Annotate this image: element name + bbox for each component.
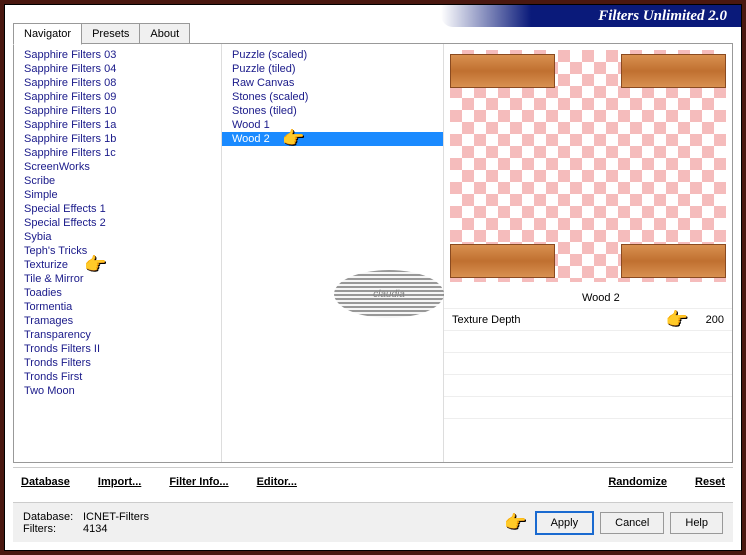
param-label: Texture Depth — [452, 314, 694, 326]
status-bar: Database: ICNET-Filters Filters: 4134 👉 … — [13, 502, 733, 542]
tab-strip: Navigator Presets About — [13, 23, 189, 45]
filter-pane: Puzzle (scaled)Puzzle (tiled)Raw CanvasS… — [222, 44, 444, 462]
list-item[interactable]: Puzzle (scaled) — [222, 48, 443, 62]
list-item[interactable]: Transparency — [14, 328, 221, 342]
apply-button[interactable]: Apply — [535, 511, 595, 535]
param-empty — [444, 374, 732, 396]
wood-texture-segment — [450, 244, 555, 278]
wood-texture-segment — [621, 244, 726, 278]
list-item[interactable]: Puzzle (tiled) — [222, 62, 443, 76]
watermark-logo: claudia — [334, 270, 444, 318]
reset-button[interactable]: Reset — [695, 476, 725, 488]
status-db-label: Database: — [23, 511, 77, 523]
title-bar: Filters Unlimited 2.0 — [441, 5, 741, 27]
pointer-icon: 👉 — [282, 128, 304, 149]
list-item[interactable]: Tormentia — [14, 300, 221, 314]
status-filters-label: Filters: — [23, 523, 77, 535]
list-item[interactable]: Simple — [14, 188, 221, 202]
filter-name-label: Wood 2 — [582, 292, 620, 304]
filter-name-row: claudia Wood 2 — [444, 288, 732, 308]
list-item[interactable]: Teph's Tricks — [14, 244, 221, 258]
list-item[interactable]: Special Effects 1 — [14, 202, 221, 216]
list-item[interactable]: Stones (scaled) — [222, 90, 443, 104]
status-db-value: ICNET-Filters — [83, 511, 149, 523]
tab-about[interactable]: About — [139, 23, 190, 45]
pointer-icon: 👉 — [504, 512, 526, 533]
category-pane: Sapphire Filters 03Sapphire Filters 04Sa… — [14, 44, 222, 462]
app-title: Filters Unlimited 2.0 — [598, 8, 727, 25]
list-item[interactable]: Sapphire Filters 08 — [14, 76, 221, 90]
param-value: 200 — [694, 314, 724, 326]
list-item[interactable]: Sapphire Filters 1c — [14, 146, 221, 160]
list-item[interactable]: Two Moon — [14, 384, 221, 398]
list-item[interactable]: Sapphire Filters 1b — [14, 132, 221, 146]
param-empty — [444, 330, 732, 352]
list-item[interactable]: Sapphire Filters 04 — [14, 62, 221, 76]
list-item[interactable]: Texturize👉 — [14, 258, 221, 272]
preview-pane: claudia Wood 2 Texture Depth 👉 200 — [444, 44, 732, 462]
tab-navigator[interactable]: Navigator — [13, 23, 82, 45]
list-item[interactable]: Tronds First — [14, 370, 221, 384]
database-button[interactable]: Database — [21, 476, 70, 488]
list-item[interactable]: Sapphire Filters 03 — [14, 48, 221, 62]
randomize-button[interactable]: Randomize — [608, 476, 667, 488]
preview-image — [450, 50, 726, 282]
list-item[interactable]: Tronds Filters II — [14, 342, 221, 356]
list-item[interactable]: ScreenWorks — [14, 160, 221, 174]
list-item[interactable]: Tramages — [14, 314, 221, 328]
filter-info-button[interactable]: Filter Info... — [169, 476, 228, 488]
tab-presets[interactable]: Presets — [81, 23, 140, 45]
list-item[interactable]: Scribe — [14, 174, 221, 188]
filter-list[interactable]: Puzzle (scaled)Puzzle (tiled)Raw CanvasS… — [222, 44, 443, 462]
list-item[interactable]: Wood 2👉 — [222, 132, 443, 146]
list-item[interactable]: Toadies — [14, 286, 221, 300]
status-info: Database: ICNET-Filters Filters: 4134 — [23, 511, 504, 535]
param-texture-depth[interactable]: Texture Depth 👉 200 — [444, 308, 732, 330]
editor-button[interactable]: Editor... — [257, 476, 297, 488]
main-content: Sapphire Filters 03Sapphire Filters 04Sa… — [13, 43, 733, 463]
list-item[interactable]: Sapphire Filters 09 — [14, 90, 221, 104]
list-item[interactable]: Stones (tiled) — [222, 104, 443, 118]
list-item[interactable]: Raw Canvas — [222, 76, 443, 90]
help-button[interactable]: Help — [670, 512, 723, 534]
param-empty — [444, 396, 732, 418]
param-empty — [444, 352, 732, 374]
list-item[interactable]: Sapphire Filters 1a — [14, 118, 221, 132]
wood-texture-segment — [450, 54, 555, 88]
list-item[interactable]: Special Effects 2 — [14, 216, 221, 230]
param-empty — [444, 418, 732, 440]
import-button[interactable]: Import... — [98, 476, 141, 488]
list-item[interactable]: Tronds Filters — [14, 356, 221, 370]
list-item[interactable]: Tile & Mirror — [14, 272, 221, 286]
wood-texture-segment — [621, 54, 726, 88]
cancel-button[interactable]: Cancel — [600, 512, 664, 534]
bottom-toolbar: Database Import... Filter Info... Editor… — [13, 467, 733, 495]
list-item[interactable]: Wood 1 — [222, 118, 443, 132]
status-filters-value: 4134 — [83, 523, 107, 535]
list-item[interactable]: Sybia — [14, 230, 221, 244]
list-item[interactable]: Sapphire Filters 10 — [14, 104, 221, 118]
category-list[interactable]: Sapphire Filters 03Sapphire Filters 04Sa… — [14, 44, 221, 462]
